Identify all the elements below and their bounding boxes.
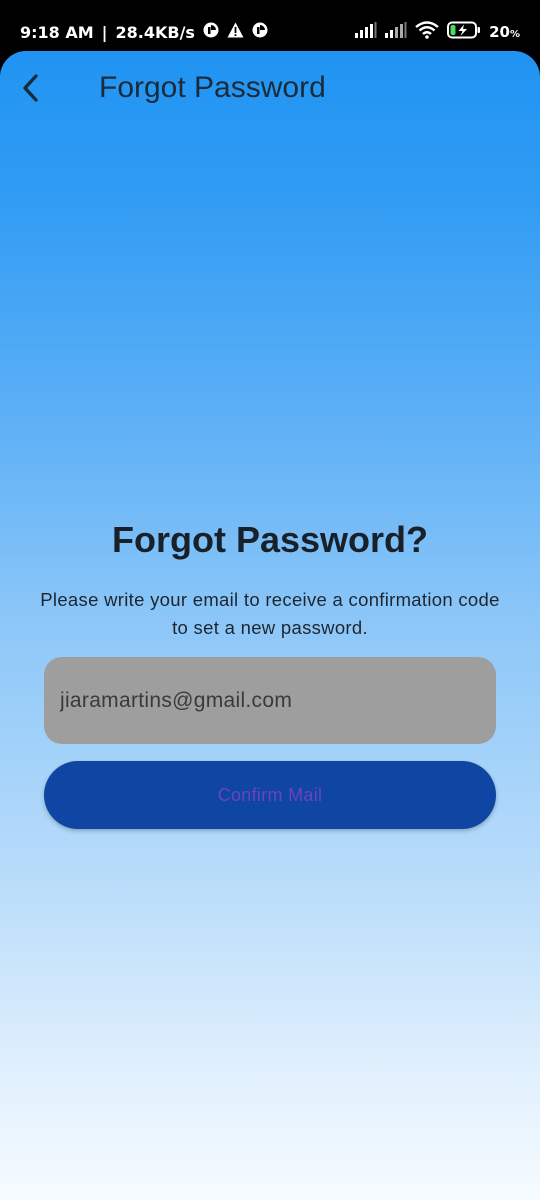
forgot-password-heading: Forgot Password? bbox=[111, 519, 429, 560]
status-left: 9:18 AM | 28.4KB/s bbox=[20, 22, 268, 42]
battery-value: 20 bbox=[489, 23, 510, 41]
email-input[interactable] bbox=[60, 688, 496, 713]
back-button[interactable] bbox=[8, 67, 54, 113]
signal-icon bbox=[385, 22, 407, 42]
status-right: 20% bbox=[355, 21, 520, 43]
instruction-text: Please write your email to receive a con… bbox=[40, 589, 500, 638]
network-speed: 28.4KB/s bbox=[115, 22, 195, 42]
signal-icon bbox=[355, 22, 377, 42]
status-time: 9:18 AM bbox=[20, 22, 94, 42]
page-title: Forgot Password bbox=[99, 71, 326, 104]
email-field[interactable] bbox=[44, 657, 496, 744]
wifi-icon bbox=[415, 21, 439, 43]
battery-charging-icon bbox=[447, 21, 481, 43]
circle-app-icon bbox=[252, 22, 268, 42]
app-bar: Forgot Password bbox=[0, 51, 540, 129]
battery-level: 20% bbox=[489, 23, 520, 41]
status-separator: | bbox=[101, 22, 108, 42]
chevron-left-icon bbox=[20, 73, 42, 108]
battery-unit: % bbox=[509, 29, 520, 40]
app-screen: Forgot Password Forgot Password? Please … bbox=[0, 51, 540, 1200]
circle-app-icon bbox=[203, 22, 219, 42]
confirm-mail-label: Confirm Mail bbox=[217, 784, 323, 805]
confirm-mail-button[interactable]: Confirm Mail bbox=[44, 761, 496, 829]
warning-icon bbox=[227, 22, 244, 42]
